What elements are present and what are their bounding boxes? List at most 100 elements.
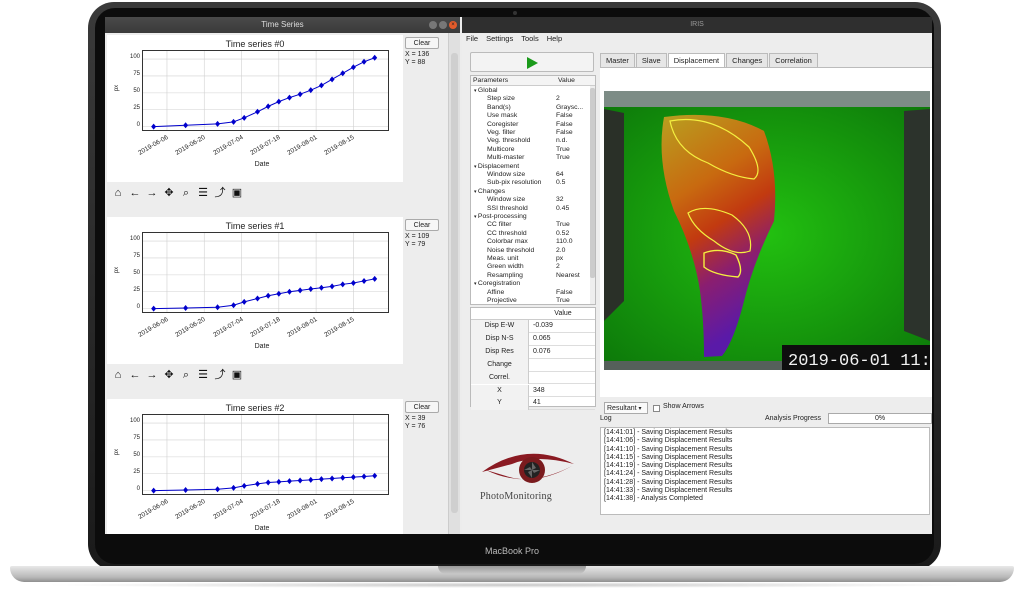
edit-axes-icon[interactable]: ⤴	[213, 368, 227, 382]
param-name: Changes	[477, 187, 506, 195]
value-row: X 348	[471, 384, 595, 398]
view-tabs: Master Slave Displacement Changes Correl…	[600, 53, 819, 67]
forward-arrow-icon[interactable]: →	[145, 186, 159, 200]
time-series-plot-0[interactable]: Time series #0 px Date 0 25 50 75 100 2019-06-06…	[107, 35, 403, 182]
param-group[interactable]: ▾ Displacement	[471, 163, 591, 171]
menu-help[interactable]: Help	[547, 33, 562, 45]
param-row[interactable]: Window size 32	[471, 196, 591, 204]
value-cell: 0.065	[533, 334, 551, 342]
time-series-titlebar: Time Series ×	[105, 17, 460, 33]
pan-icon[interactable]: ✥	[162, 186, 176, 200]
configure-subplots-icon[interactable]: ☰	[196, 186, 210, 200]
value-key: Disp E-W	[471, 320, 529, 333]
param-group[interactable]: ▾ Coregistration	[471, 280, 591, 288]
chart-svg	[143, 233, 388, 312]
param-row[interactable]: Green width 2	[471, 263, 591, 271]
save-icon[interactable]: ▣	[230, 368, 244, 382]
log-line: [14:41:19] - Saving Displacement Results	[604, 462, 733, 470]
param-row[interactable]: CC threshold 0.52	[471, 230, 591, 238]
param-group[interactable]: ▾ Changes	[471, 188, 591, 196]
param-scrollbar[interactable]	[590, 86, 595, 304]
data-point	[255, 295, 261, 302]
data-point	[241, 482, 247, 489]
y-tick-label: 25	[133, 468, 140, 475]
home-icon[interactable]: ⌂	[111, 186, 125, 200]
time-series-plot-2[interactable]: Time series #2 px Date 0 25 50 75 100 2019-06-06…	[107, 399, 403, 534]
param-row[interactable]: Multi-master True	[471, 154, 591, 162]
param-value: n.d.	[556, 137, 568, 145]
param-row[interactable]: Resampling Nearest	[471, 272, 591, 280]
param-row[interactable]: Veg. threshold n.d.	[471, 137, 591, 145]
back-arrow-icon[interactable]: ←	[128, 186, 142, 200]
clear-button[interactable]: Clear	[405, 401, 439, 413]
param-row[interactable]: Sub-pix resolution 0.5	[471, 179, 591, 187]
back-arrow-icon[interactable]: ←	[128, 368, 142, 382]
menu-file[interactable]: File	[466, 33, 478, 45]
param-row[interactable]: Affine False	[471, 289, 591, 297]
scroll-thumb[interactable]	[451, 53, 458, 513]
maximize-icon[interactable]	[439, 21, 447, 29]
param-value: 2	[556, 95, 560, 103]
zoom-icon[interactable]: ⌕	[179, 186, 193, 200]
run-button[interactable]	[470, 52, 594, 72]
param-row[interactable]: Projective True	[471, 297, 591, 305]
plot-area[interactable]	[142, 414, 389, 495]
left-scrollbar[interactable]	[448, 33, 460, 534]
close-icon[interactable]: ×	[449, 21, 457, 29]
displacement-map[interactable]: 2019-06-01 11:20	[604, 91, 930, 370]
param-name: Veg. filter	[487, 129, 516, 136]
param-name: CC threshold	[487, 229, 527, 237]
param-row[interactable]: Band(s) Graysc...	[471, 104, 591, 112]
param-row[interactable]: Multicore True	[471, 146, 591, 154]
param-row[interactable]: Meas. unit px	[471, 255, 591, 263]
time-series-plot-1[interactable]: Time series #1 px Date 0 25 50 75 100 2019-06-06…	[107, 217, 403, 364]
param-value: 110.0	[556, 238, 573, 246]
progress-value: 0%	[874, 415, 886, 422]
zoom-icon[interactable]: ⌕	[179, 368, 193, 382]
save-icon[interactable]: ▣	[230, 186, 244, 200]
param-row[interactable]: Coregister False	[471, 121, 591, 129]
param-row[interactable]: Veg. filter False	[471, 129, 591, 137]
display-mode-select[interactable]: Resultant ▾	[604, 402, 648, 414]
tab-master[interactable]: Master	[600, 53, 635, 67]
param-name: Coregister	[487, 120, 519, 128]
clear-button[interactable]: Clear	[405, 219, 439, 231]
scroll-thumb[interactable]	[590, 88, 595, 278]
data-point	[318, 82, 324, 89]
param-row[interactable]: Step size 2	[471, 95, 591, 103]
value-row: Correl.	[471, 371, 595, 385]
camera	[513, 11, 517, 15]
plot-area[interactable]	[142, 232, 389, 313]
tab-correlation[interactable]: Correlation	[769, 53, 818, 67]
param-row[interactable]: Window size 64	[471, 171, 591, 179]
clear-button[interactable]: Clear	[405, 37, 439, 49]
tab-displacement[interactable]: Displacement	[667, 53, 726, 67]
param-col-name: Parameters	[473, 77, 509, 84]
param-row[interactable]: CC filter True	[471, 221, 591, 229]
y-tick-label: 75	[133, 70, 140, 77]
forward-arrow-icon[interactable]: →	[145, 368, 159, 382]
menu-settings[interactable]: Settings	[486, 33, 513, 45]
configure-subplots-icon[interactable]: ☰	[196, 368, 210, 382]
minimize-icon[interactable]	[429, 21, 437, 29]
tab-changes[interactable]: Changes	[726, 53, 769, 67]
menu-tools[interactable]: Tools	[521, 33, 539, 45]
pan-icon[interactable]: ✥	[162, 368, 176, 382]
param-row[interactable]: Noise threshold 2.0	[471, 247, 591, 255]
param-group[interactable]: ▾ Post-processing	[471, 213, 591, 221]
plot-area[interactable]	[142, 50, 389, 131]
value-cell: 348	[533, 386, 545, 394]
y-tick-label: 0	[136, 121, 140, 128]
tab-slave[interactable]: Slave	[635, 53, 667, 67]
data-point	[255, 480, 261, 487]
y-tick-label: 50	[133, 269, 140, 276]
home-icon[interactable]: ⌂	[111, 368, 125, 382]
log-box[interactable]: [14:41:01] - Saving Displacement Results…	[600, 427, 930, 515]
param-group[interactable]: ▾ Global	[471, 87, 591, 95]
param-row[interactable]: SSI threshold 0.45	[471, 205, 591, 213]
param-row[interactable]: Use mask False	[471, 112, 591, 120]
edit-axes-icon[interactable]: ⤴	[213, 186, 227, 200]
param-row[interactable]: Colorbar max 110.0	[471, 238, 591, 246]
show-arrows-checkbox[interactable]	[653, 405, 660, 412]
chart-svg	[143, 51, 388, 130]
